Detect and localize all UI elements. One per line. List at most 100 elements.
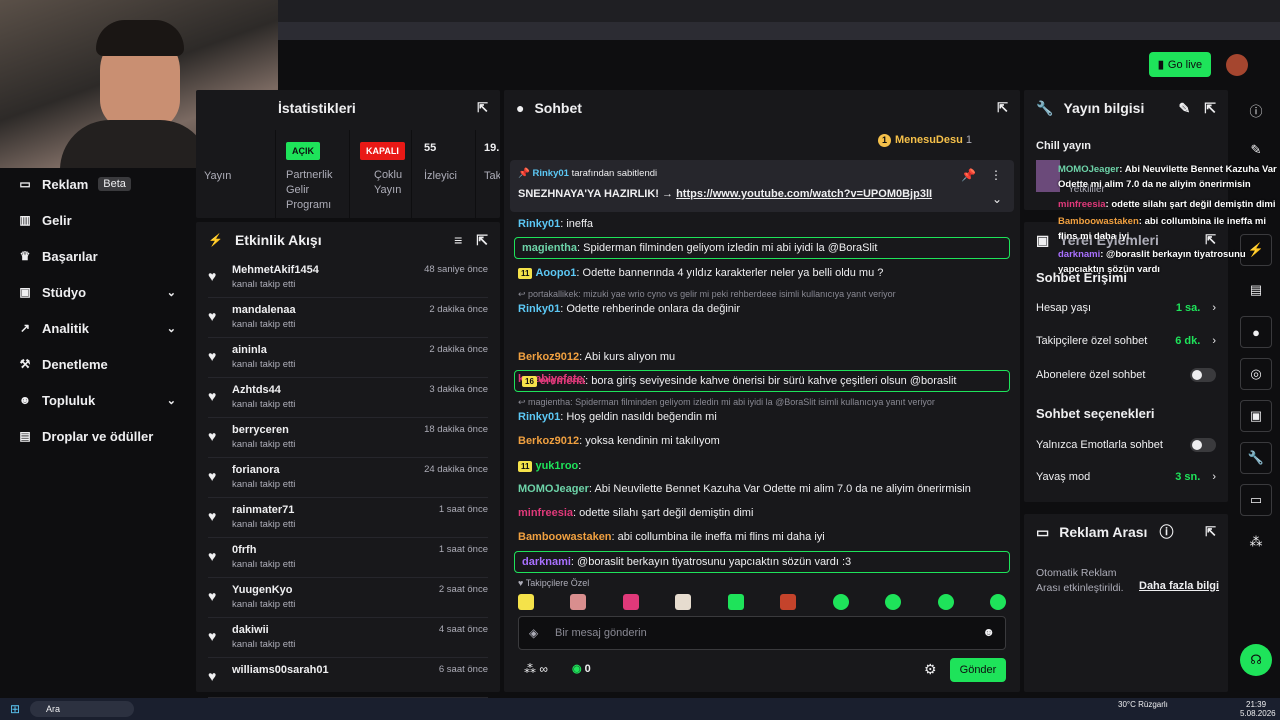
chat-username[interactable]: Rinky01	[518, 218, 560, 230]
sidebar-item-droplar[interactable]: ▤ Droplar ve ödüller	[0, 418, 194, 454]
chat-panel: ● Sohbet ⇱ 1 MenesuDesu 1 📌 Rinky01 tarafın…	[504, 90, 1020, 692]
sidebar-item-basarilar[interactable]: ♛ Başarılar	[0, 238, 194, 274]
activity-time: 4 saat önce	[438, 624, 488, 635]
sidebar-item-studyo[interactable]: ▣ Stüdyo ⌄	[0, 274, 194, 310]
chat-message[interactable]: darknami: @boraslit berkayın tiyatrosunu…	[522, 556, 851, 568]
help-icon[interactable]: ☊	[1240, 644, 1272, 676]
popout-icon[interactable]: ⇱	[1205, 524, 1216, 540]
window-icon[interactable]: ▣	[1240, 400, 1272, 432]
trophy-icon: ♛	[19, 249, 31, 263]
sidebar-item-analitik[interactable]: ↗ Analitik ⌄	[0, 310, 194, 346]
filter-icon[interactable]: ≡	[454, 232, 462, 248]
chat-username[interactable]: darknami	[522, 556, 571, 568]
taskbar-search[interactable]: Ara	[30, 701, 134, 717]
emote[interactable]	[989, 594, 1006, 610]
sidebar-item-label: Başarılar	[42, 248, 98, 264]
chat-message[interactable]: Rinky01: Odette rehberinde onlara da değ…	[518, 303, 740, 315]
chat-message[interactable]: Rinky01: ineffa	[518, 218, 593, 230]
emote[interactable]	[832, 594, 849, 610]
emote[interactable]	[570, 594, 587, 610]
popout-icon[interactable]: ⇱	[476, 232, 488, 249]
layout-icon[interactable]: ▭	[1240, 484, 1272, 516]
emote[interactable]	[518, 594, 534, 610]
sidebar-item-reklam[interactable]: ▭ Reklam Beta	[0, 166, 194, 202]
sidebar-item-gelir[interactable]: ▥ Gelir	[0, 202, 194, 238]
moderation-tools[interactable]: ⁂ ∞	[524, 662, 548, 676]
pinned-link[interactable]: https://www.youtube.com/watch?v=UPOM0Bjp…	[676, 188, 932, 200]
activity-time: 2 saat önce	[438, 584, 488, 595]
row-abone[interactable]: Abonelere özel sohbet	[1036, 368, 1216, 382]
row-slow-mode[interactable]: Yavaş mod 3 sn. ›	[1036, 471, 1216, 483]
chat-username[interactable]: eremena	[540, 375, 585, 387]
row-hesap-yasi[interactable]: Hesap yaşı 1 sa. ›	[1036, 302, 1216, 314]
beta-badge: Beta	[98, 177, 131, 191]
sub-only-toggle[interactable]	[1190, 368, 1216, 382]
chat-username[interactable]: Bamboowastaken	[518, 531, 612, 543]
emote[interactable]	[780, 594, 797, 610]
pin-icon: 📌	[518, 168, 530, 179]
chat-title: Sohbet	[534, 100, 582, 116]
broadcast-icon[interactable]: ◎	[1240, 358, 1272, 390]
emote[interactable]	[885, 594, 902, 610]
row-takipci[interactable]: Takipçilere özel sohbet 6 dk. ›	[1036, 335, 1216, 347]
row-emote-only[interactable]: Yalnızca Emotlarla sohbet	[1036, 438, 1216, 452]
avatar[interactable]	[1226, 54, 1248, 76]
chat-message[interactable]: Berkoz9012: yoksa kendinin mi takılıyom	[518, 435, 720, 447]
chat-username[interactable]: Berkoz9012	[518, 351, 579, 363]
chat-message[interactable]: Rinky01: Hoş geldin nasıldı beğendin mi	[518, 411, 717, 423]
ad-icon: ▭	[19, 177, 31, 191]
emote-only-toggle[interactable]	[1190, 438, 1216, 452]
chat-username[interactable]: Rinky01	[518, 303, 560, 315]
pinned-message[interactable]: 📌 Rinky01 tarafından sabitlendi SNEZHNAY…	[510, 160, 1014, 212]
chat-username[interactable]: minfreesia	[518, 507, 573, 519]
chat-message[interactable]: Bamboowastaken: abi collumbina ile ineff…	[518, 531, 825, 543]
chevron-down-icon: ⌄	[166, 394, 176, 407]
emoji-icon[interactable]: ☻	[982, 625, 995, 639]
chat-message[interactable]: Berkoz9012: Abi kurs alıyon mu	[518, 351, 675, 363]
chat-message[interactable]: magientha: Spiderman filminden geliyom i…	[522, 242, 877, 254]
start-icon[interactable]: ⊞	[10, 702, 20, 716]
chevron-down-icon[interactable]: ⌄	[992, 192, 1002, 206]
more-icon[interactable]: ⋮	[990, 168, 1002, 182]
chat-icon[interactable]: ●	[1240, 316, 1272, 348]
unpin-icon[interactable]: 📌	[961, 168, 976, 182]
info-icon[interactable]: ⓘ	[1240, 94, 1272, 126]
chat-message[interactable]: 16 eremena: bora giriş seviyesinde kahve …	[522, 375, 956, 387]
ads-link[interactable]: Daha fazla bilgi	[1139, 580, 1219, 592]
chat-input[interactable]: ◈ Bir mesaj gönderin ☻	[518, 616, 1006, 650]
chat-message[interactable]: 11 yuk1roo:	[518, 460, 581, 472]
chat-message[interactable]: 11 Aoopo1: Odette bannerında 4 yıldız kar…	[518, 267, 883, 279]
go-live-button[interactable]: ▮ Go live	[1149, 52, 1211, 77]
nodes-icon[interactable]: ⁂	[1240, 526, 1272, 558]
chat-username[interactable]: MOMOJeager	[518, 483, 589, 495]
activity-time: 6 saat önce	[438, 664, 488, 675]
edit-icon[interactable]: ✎	[1179, 100, 1191, 117]
activity-time: 2 dakika önce	[429, 344, 488, 355]
settings-gear-icon[interactable]: ⚙	[924, 661, 937, 678]
top-gifter: 1 MenesuDesu 1	[877, 134, 972, 147]
chat-username[interactable]: yuk1roo	[535, 460, 578, 472]
chat-message[interactable]: minfreesia: odette silahı şart değil dem…	[518, 507, 753, 519]
emote[interactable]	[622, 594, 639, 610]
chat-message[interactable]: MOMOJeager: Abi Neuvilette Bennet Kazuha…	[518, 483, 971, 495]
send-button[interactable]: Gönder	[950, 658, 1006, 682]
sidebar-item-topluluk[interactable]: ☻ Topluluk ⌄	[0, 382, 194, 418]
chat-username[interactable]: Berkoz9012	[518, 435, 579, 447]
sidebar-item-denetleme[interactable]: ⚒ Denetleme	[0, 346, 194, 382]
wrench-icon[interactable]: 🔧	[1240, 442, 1272, 474]
stat-yayin: Yayın	[196, 130, 276, 218]
emote[interactable]	[937, 594, 954, 610]
overlay-line: darknami: @boraslit berkayın tiyatrosunu…	[1058, 247, 1280, 277]
popout-icon[interactable]: ⇱	[477, 100, 488, 116]
popout-icon[interactable]: ⇱	[997, 100, 1008, 116]
chat-username[interactable]: magientha	[522, 242, 577, 254]
activity-user: Azhtds44	[232, 384, 281, 396]
points-display[interactable]: ◉ 0	[572, 662, 591, 675]
emote[interactable]	[675, 594, 692, 610]
chat-username[interactable]: Aoopo1	[535, 267, 576, 279]
info-icon[interactable]: ⓘ	[1159, 522, 1173, 542]
chevron-down-icon: ⌄	[166, 286, 176, 299]
chat-username[interactable]: Rinky01	[518, 411, 560, 423]
popout-icon[interactable]: ⇱	[1204, 100, 1216, 117]
emote[interactable]	[727, 594, 744, 610]
